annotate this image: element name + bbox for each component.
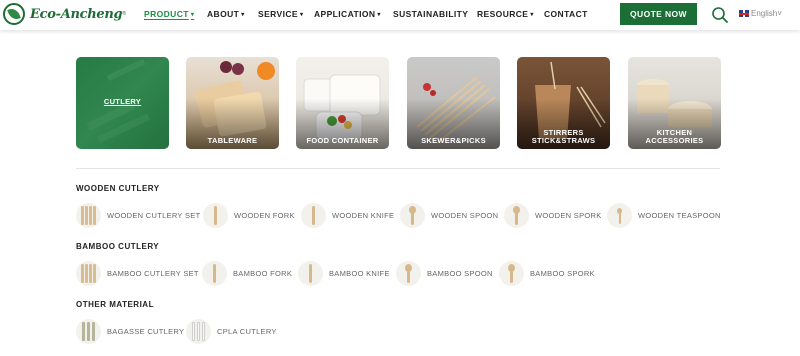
nav-label: APPLICATION <box>314 9 376 19</box>
nav-item-contact[interactable]: CONTACT <box>544 9 588 19</box>
category-label: TABLEWARE <box>207 136 258 145</box>
product-cpla-cutlery[interactable]: CPLA CUTLERY <box>186 319 277 344</box>
fork-icon <box>203 203 228 228</box>
product-wooden-spork[interactable]: WOODEN SPORK <box>504 203 602 228</box>
nav-label: RESOURCE <box>477 9 529 19</box>
spoon-icon <box>400 203 425 228</box>
product-bamboo-fork[interactable]: BAMBOO FORK <box>202 261 292 286</box>
spork-icon <box>504 203 529 228</box>
category-label: FOOD CONTAINER <box>306 136 379 145</box>
category-label: CUTLERY <box>103 97 142 106</box>
product-name: WOODEN FORK <box>234 211 295 220</box>
quote-now-button[interactable]: QUOTE NOW <box>620 3 697 25</box>
knife-icon <box>298 261 323 286</box>
leaf-logo-icon <box>3 3 25 25</box>
product-name: BAMBOO SPORK <box>530 269 595 278</box>
product-bamboo-cutlery-set[interactable]: BAMBOO CUTLERY SET <box>76 261 199 286</box>
fork-icon <box>202 261 227 286</box>
nav-label: PRODUCT <box>144 9 189 19</box>
site-logo[interactable]: Eco-Ancheng ® <box>3 3 126 25</box>
group-title-wooden-cutlery: WOODEN CUTLERY <box>76 184 160 193</box>
product-bamboo-spoon[interactable]: BAMBOO SPOON <box>396 261 493 286</box>
group-title-other-material: OTHER MATERIAL <box>76 300 154 309</box>
cutlery-set-icon <box>186 319 211 344</box>
spork-icon <box>499 261 524 286</box>
category-label: SKEWER&PICKS <box>421 136 486 145</box>
product-wooden-spoon[interactable]: WOODEN SPOON <box>400 203 498 228</box>
product-bamboo-spork[interactable]: BAMBOO SPORK <box>499 261 595 286</box>
nav-item-service[interactable]: SERVICE ▾ <box>258 9 303 19</box>
product-name: WOODEN TEASPOON <box>638 211 721 220</box>
product-name: BAMBOO CUTLERY SET <box>107 269 199 278</box>
product-name: CPLA CUTLERY <box>217 327 277 336</box>
group-title-bamboo-cutlery: BAMBOO CUTLERY <box>76 242 160 251</box>
product-name: WOODEN CUTLERY SET <box>107 211 201 220</box>
nav-label: ABOUT <box>207 9 240 19</box>
cutlery-set-icon <box>76 203 101 228</box>
cutlery-set-icon <box>76 319 101 344</box>
product-name: BAMBOO KNIFE <box>329 269 390 278</box>
uk-flag-icon <box>739 10 749 17</box>
category-label: STIRRERS STICK&STRAWS <box>531 128 596 145</box>
nav-item-sustainability[interactable]: SUSTAINABILITY <box>393 9 468 19</box>
product-name: BAMBOO SPOON <box>427 269 493 278</box>
nav-item-product[interactable]: PRODUCT ▾ <box>144 9 194 19</box>
cutlery-set-icon <box>76 261 101 286</box>
nav-item-resource[interactable]: RESOURCE ▾ <box>477 9 534 19</box>
section-divider <box>76 168 720 169</box>
product-name: BAMBOO FORK <box>233 269 293 278</box>
knife-icon <box>301 203 326 228</box>
category-card-cutlery[interactable]: CUTLERY <box>76 57 169 149</box>
nav-item-application[interactable]: APPLICATION ▾ <box>314 9 381 19</box>
nav-label: SERVICE <box>258 9 298 19</box>
site-header: Eco-Ancheng ® PRODUCT ▾ ABOUT ▾ SERVICE ▾ A… <box>0 0 800 30</box>
brand-name: Eco-Ancheng <box>30 6 123 22</box>
product-wooden-cutlery-set[interactable]: WOODEN CUTLERY SET <box>76 203 200 228</box>
category-card-stirrers-straws[interactable]: STIRRERS STICK&STRAWS <box>517 57 610 149</box>
trademark-mark: ® <box>122 11 126 17</box>
nav-item-about[interactable]: ABOUT ▾ <box>207 9 245 19</box>
language-label: English <box>751 9 778 18</box>
product-bagasse-cutlery[interactable]: BAGASSE CUTLERY <box>76 319 184 344</box>
category-card-skewer-picks[interactable]: SKEWER&PICKS <box>407 57 500 149</box>
caret-down-icon: ▾ <box>377 12 381 18</box>
category-card-food-container[interactable]: FOOD CONTAINER <box>296 57 389 149</box>
caret-down-icon: ▾ <box>241 12 245 18</box>
product-name: BAGASSE CUTLERY <box>107 327 185 336</box>
product-name: WOODEN SPOON <box>431 211 499 220</box>
product-wooden-fork[interactable]: WOODEN FORK <box>203 203 295 228</box>
category-card-kitchen-accessories[interactable]: KITCHEN ACCESSORIES <box>628 57 721 149</box>
caret-down-icon: ▾ <box>299 12 304 18</box>
caret-down-icon: ▾ <box>190 12 195 18</box>
category-label: KITCHEN ACCESSORIES <box>645 128 704 145</box>
search-icon[interactable] <box>711 6 729 24</box>
product-name: WOODEN KNIFE <box>332 211 395 220</box>
product-name: WOODEN SPORK <box>535 211 602 220</box>
spoon-icon <box>396 261 421 286</box>
nav-label: SUSTAINABILITY <box>393 9 469 19</box>
product-bamboo-knife[interactable]: BAMBOO KNIFE <box>298 261 390 286</box>
nav-label: CONTACT <box>544 9 588 19</box>
language-selector[interactable]: English ˅ <box>739 9 782 18</box>
category-card-tableware[interactable]: TABLEWARE <box>186 57 279 149</box>
product-wooden-knife[interactable]: WOODEN KNIFE <box>301 203 394 228</box>
caret-down-icon: ▾ <box>530 12 534 18</box>
teaspoon-icon <box>607 203 632 228</box>
chevron-down-icon: ˅ <box>777 9 782 18</box>
product-wooden-teaspoon[interactable]: WOODEN TEASPOON <box>607 203 721 228</box>
